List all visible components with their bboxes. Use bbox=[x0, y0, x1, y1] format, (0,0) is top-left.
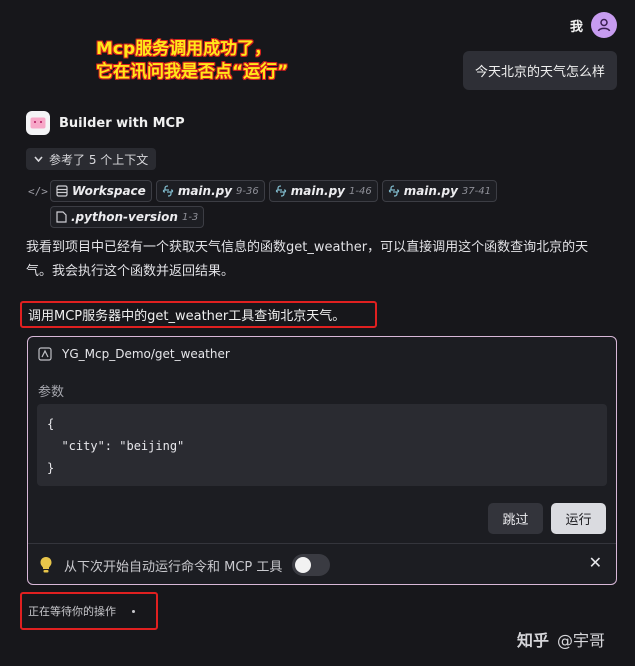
chevron-down-icon bbox=[34, 156, 43, 162]
assistant-avatar bbox=[26, 111, 50, 135]
watermark-brand: 知乎 bbox=[517, 631, 550, 650]
auto-run-row: 从下次开始自动运行命令和 MCP 工具 bbox=[38, 554, 331, 576]
params-code: { "city": "beijing" } bbox=[37, 404, 607, 486]
reference-line-range: 1-46 bbox=[348, 185, 372, 197]
watermark-author: @宇哥 bbox=[557, 631, 606, 650]
close-icon[interactable]: ✕ bbox=[589, 553, 602, 572]
toggle-knob bbox=[295, 557, 312, 573]
mcp-tool-card: YG_Mcp_Demo/get_weather 参数 { "city": "be… bbox=[27, 336, 617, 585]
code-icon: </> bbox=[28, 184, 48, 198]
reference-row: </> Workspace main.py 9-36 main.py 1-46 bbox=[28, 180, 588, 202]
assistant-message: 我看到项目中已经有一个获取天气信息的函数get_weather，可以直接调用这个… bbox=[26, 240, 589, 279]
file-icon bbox=[56, 211, 67, 223]
assistant-name: Builder with MCP bbox=[59, 115, 185, 131]
tool-card-title: YG_Mcp_Demo/get_weather bbox=[62, 347, 230, 361]
python-file-icon bbox=[388, 185, 399, 197]
context-toggle-button[interactable]: 参考了 5 个上下文 bbox=[26, 148, 157, 170]
watermark: 知乎 @宇哥 bbox=[517, 627, 605, 651]
annotation-line-2: 它在讯问我是否点“运行” bbox=[96, 62, 289, 82]
reference-name: main.py bbox=[403, 184, 458, 198]
reference-name: .python-version bbox=[71, 210, 178, 224]
database-icon bbox=[56, 185, 68, 197]
tool-card-header: YG_Mcp_Demo/get_weather bbox=[38, 347, 230, 361]
python-file-icon bbox=[162, 185, 173, 197]
user-avatar[interactable] bbox=[591, 12, 617, 38]
reference-line-range: 37-41 bbox=[461, 185, 491, 197]
user-icon bbox=[597, 18, 611, 32]
reference-chip-workspace[interactable]: Workspace bbox=[50, 180, 152, 202]
annotation-line-1: Mcp服务调用成功了， bbox=[96, 39, 272, 59]
mcp-tool-icon bbox=[38, 347, 52, 361]
reference-chip-main-py[interactable]: main.py 1-46 bbox=[268, 180, 378, 202]
card-divider bbox=[28, 543, 616, 544]
reference-name: main.py bbox=[177, 184, 233, 198]
assistant-header: Builder with MCP bbox=[26, 111, 185, 135]
reference-chip-main-py[interactable]: main.py 37-41 bbox=[381, 180, 497, 202]
reference-line-range: 1-3 bbox=[181, 211, 199, 223]
reference-chip-python-version[interactable]: .python-version 1-3 bbox=[50, 206, 205, 228]
annotation-text: Mcp服务调用成功了， 它在讯问我是否点“运行” bbox=[96, 38, 288, 84]
reference-line-range: 9-36 bbox=[236, 185, 259, 197]
auto-run-text: 从下次开始自动运行命令和 MCP 工具 bbox=[64, 559, 283, 575]
params-label: 参数 bbox=[38, 385, 65, 400]
user-message: 今天北京的天气怎么样 bbox=[462, 51, 617, 90]
python-file-icon bbox=[275, 185, 286, 197]
tool-call-description: 调用MCP服务器中的get_weather工具查询北京天气。 bbox=[20, 301, 377, 328]
context-references: </> Workspace main.py 9-36 main.py 1-46 bbox=[28, 180, 588, 232]
builder-logo-icon bbox=[30, 117, 46, 129]
reference-row: .python-version 1-3 bbox=[28, 206, 588, 228]
reference-name: Workspace bbox=[72, 184, 146, 198]
user-name: 我 bbox=[569, 19, 583, 35]
auto-run-toggle[interactable] bbox=[292, 554, 331, 576]
user-header: 我 bbox=[570, 12, 617, 38]
context-toggle-label: 参考了 5 个上下文 bbox=[49, 152, 149, 167]
run-button[interactable]: 运行 bbox=[551, 503, 606, 534]
status-indicator: 正在等待你的操作 bbox=[20, 592, 158, 630]
lightbulb-icon bbox=[40, 557, 52, 573]
loading-dot-icon bbox=[132, 609, 135, 613]
reference-name: main.py bbox=[290, 184, 345, 198]
status-text: 正在等待你的操作 bbox=[28, 605, 116, 618]
skip-button[interactable]: 跳过 bbox=[488, 503, 543, 534]
reference-chip-main-py[interactable]: main.py 9-36 bbox=[155, 180, 265, 202]
